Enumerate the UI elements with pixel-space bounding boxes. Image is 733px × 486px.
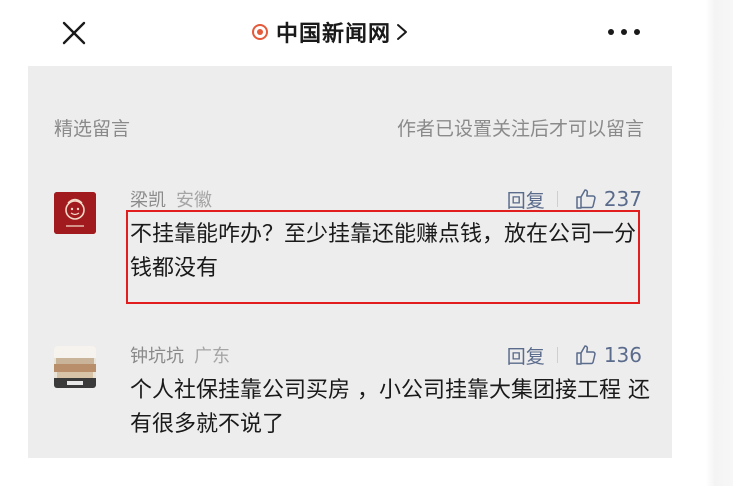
comment-actions: 回复 136 [507, 342, 642, 368]
comment-meta: 梁凯 安徽 回复 237 [130, 186, 642, 216]
reply-button[interactable]: 回复 [507, 186, 545, 213]
comment-text: 个人社保挂靠公司买房 ，小公司挂靠大集团接工程 还有很多就不说了 [130, 378, 650, 437]
brand-dot-icon [252, 24, 268, 40]
account-title-link[interactable]: 中国新闻网 [252, 14, 409, 50]
comment-author[interactable]: 梁凯 [130, 190, 166, 211]
close-icon[interactable] [60, 19, 88, 47]
avatar[interactable] [54, 192, 96, 234]
action-divider [556, 191, 558, 207]
comment-region: 安徽 [176, 190, 212, 211]
section-title: 精选留言 [54, 118, 131, 140]
chevron-right-icon [397, 24, 408, 40]
right-gutter [672, 0, 733, 486]
thumbs-up-icon [576, 345, 596, 365]
like-button[interactable]: 136 [574, 343, 642, 367]
comment-text: 不挂靠能咋办？至少挂靠还能赚点钱，放在公司一分钱都没有 [130, 222, 637, 281]
action-divider [556, 347, 558, 363]
comment-meta: 钟坑坑 广东 回复 136 [130, 342, 642, 372]
comment-actions: 回复 237 [507, 186, 642, 212]
reply-button[interactable]: 回复 [507, 342, 545, 369]
top-bar: 中国新闻网 [0, 0, 672, 66]
comments-section-header: 精选留言 作者已设置关注后才可以留言 [28, 114, 644, 144]
thumbs-up-icon [576, 189, 596, 209]
comment-permission-note: 作者已设置关注后才可以留言 [396, 118, 644, 140]
comment-author[interactable]: 钟坑坑 [130, 346, 184, 367]
account-title: 中国新闻网 [276, 22, 392, 47]
more-icon[interactable] [606, 26, 642, 38]
red-cartoon-avatar-icon [54, 192, 96, 234]
like-count: 136 [603, 343, 642, 367]
like-count: 237 [603, 187, 642, 211]
comment-region: 广东 [194, 346, 230, 367]
like-button[interactable]: 237 [574, 187, 642, 211]
money-photo-avatar-icon [54, 346, 96, 388]
avatar[interactable] [54, 346, 96, 388]
